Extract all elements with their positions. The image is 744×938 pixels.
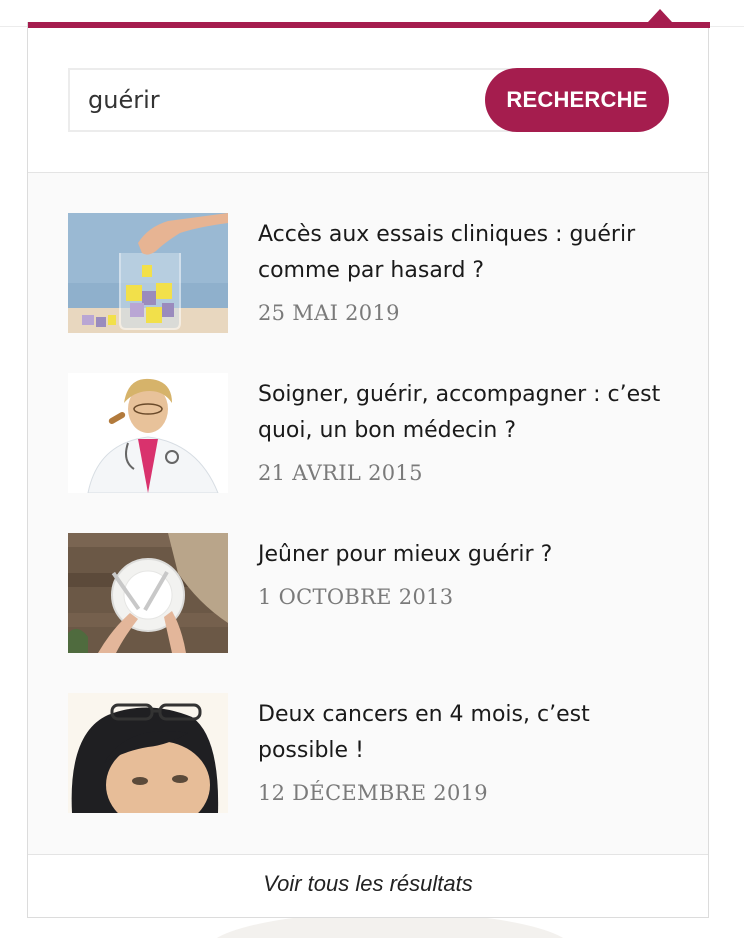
result-thumbnail[interactable] (68, 693, 228, 813)
result-thumbnail[interactable] (68, 213, 228, 333)
result-title[interactable]: Accès aux essais cliniques : guérir comm… (258, 217, 678, 289)
result-item[interactable]: Jeûner pour mieux guérir ? 1 OCTOBRE 201… (68, 533, 678, 655)
search-input[interactable] (68, 68, 518, 132)
result-date: 21 AVRIL 2015 (258, 461, 423, 485)
search-form: RECHERCHE (28, 28, 708, 173)
see-all-results-link[interactable]: Voir tous les résultats (28, 854, 708, 917)
result-date: 25 MAI 2019 (258, 301, 400, 325)
result-item[interactable]: Soigner, guérir, accompagner : c’est quo… (68, 373, 678, 495)
result-title[interactable]: Deux cancers en 4 mois, c’est possible ! (258, 697, 678, 769)
result-thumbnail[interactable] (68, 373, 228, 493)
result-thumbnail[interactable] (68, 533, 228, 653)
dropdown-caret (648, 9, 672, 22)
search-button[interactable]: RECHERCHE (485, 68, 669, 132)
search-dropdown-panel: RECHERCHE Accès aux essais (27, 9, 710, 918)
result-title[interactable]: Jeûner pour mieux guérir ? (258, 537, 678, 573)
result-title[interactable]: Soigner, guérir, accompagner : c’est quo… (258, 377, 678, 449)
result-date: 1 OCTOBRE 2013 (258, 585, 454, 609)
result-item[interactable]: Accès aux essais cliniques : guérir comm… (68, 213, 678, 335)
result-date: 12 DÉCEMBRE 2019 (258, 781, 488, 805)
result-item[interactable]: Deux cancers en 4 mois, c’est possible !… (68, 693, 678, 815)
